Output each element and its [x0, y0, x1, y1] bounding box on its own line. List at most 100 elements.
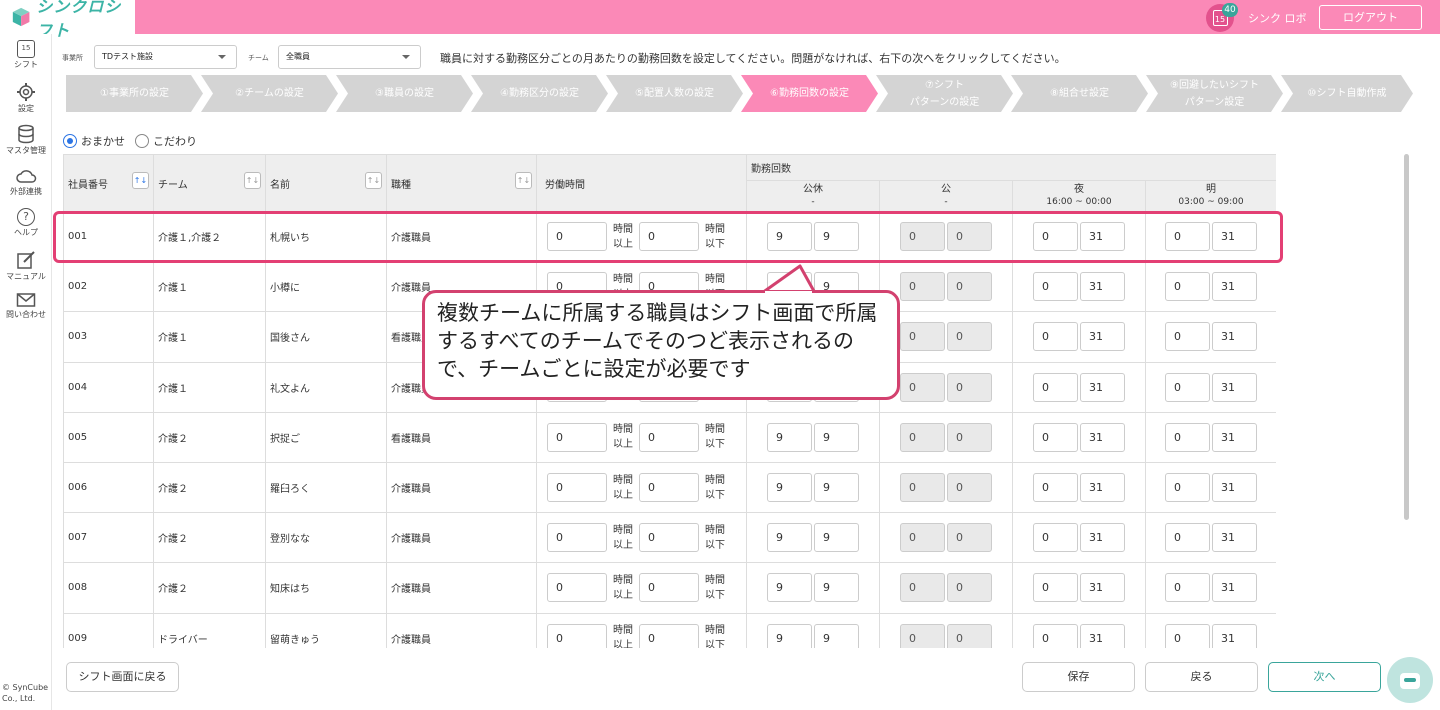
min-hours-input[interactable]: 0 — [547, 573, 607, 603]
back-to-shift-button[interactable]: シフト画面に戻る — [66, 662, 179, 692]
step-4[interactable]: ④勤務区分の設定 — [471, 75, 608, 112]
max-count-input[interactable]: 31 — [1212, 573, 1257, 603]
min-hours-input[interactable]: 0 — [547, 473, 607, 503]
mode-kodawari-radio[interactable]: こだわり — [135, 133, 197, 149]
max-count-input[interactable]: 9 — [814, 473, 859, 503]
min-count-input[interactable]: 0 — [1165, 422, 1210, 452]
facility-select[interactable]: TDテスト施設 — [94, 45, 237, 69]
min-count-input[interactable]: 0 — [1165, 523, 1210, 553]
min-hours-label: 時間 以上 — [613, 625, 633, 648]
max-hours-input[interactable]: 0 — [639, 222, 699, 252]
save-button[interactable]: 保存 — [1022, 662, 1135, 692]
min-count-input[interactable]: 0 — [1165, 623, 1210, 648]
max-count-input[interactable]: 9 — [814, 222, 859, 252]
step-5[interactable]: ⑤配置人数の設定 — [606, 75, 743, 112]
sort-icon[interactable]: ↑↓ — [132, 172, 149, 189]
max-hours-input[interactable]: 0 — [639, 523, 699, 553]
app-logo[interactable]: シンクロシフト — [0, 0, 135, 40]
min-count-input[interactable]: 9 — [767, 422, 812, 452]
max-count-input[interactable]: 31 — [1080, 473, 1125, 503]
step-8[interactable]: ⑧組合せ設定 — [1011, 75, 1148, 112]
max-count-input[interactable]: 31 — [1212, 272, 1257, 302]
shift-time: 03:00 ~ 09:00 — [1178, 197, 1244, 207]
min-hours-input[interactable]: 0 — [547, 422, 607, 452]
max-count-input[interactable]: 31 — [1212, 623, 1257, 648]
max-count-input[interactable]: 31 — [1080, 523, 1125, 553]
step-7[interactable]: ⑦シフト パターンの設定 — [876, 75, 1013, 112]
step-3[interactable]: ③職員の設定 — [336, 75, 473, 112]
min-hours-input[interactable]: 0 — [547, 222, 607, 252]
min-count-input[interactable]: 0 — [1165, 272, 1210, 302]
min-hours-input[interactable]: 0 — [547, 623, 607, 648]
min-count-input[interactable]: 0 — [1033, 573, 1078, 603]
max-count-input[interactable]: 9 — [814, 422, 859, 452]
chat-robot-icon[interactable] — [1387, 657, 1433, 703]
max-count-input[interactable]: 9 — [814, 523, 859, 553]
sort-icon[interactable]: ↑↓ — [244, 172, 261, 189]
min-count-input[interactable]: 0 — [1165, 322, 1210, 352]
team-select[interactable]: 全職員 — [278, 45, 421, 69]
min-count-input[interactable]: 0 — [1165, 222, 1210, 252]
work-count-table-container[interactable]: 社員番号 ↑↓ チーム ↑↓ 名前 ↑↓ 職種 ↑↓ 労働時間 勤務回数 公休 - 公 - 夜 1… — [63, 154, 1276, 648]
max-count-input[interactable]: 31 — [1080, 322, 1125, 352]
sort-icon[interactable]: ↑↓ — [365, 172, 382, 189]
step-2[interactable]: ②チームの設定 — [201, 75, 338, 112]
max-hours-input[interactable]: 0 — [639, 422, 699, 452]
min-count-input[interactable]: 0 — [1033, 422, 1078, 452]
min-count-input[interactable]: 0 — [1033, 322, 1078, 352]
max-count-input[interactable]: 31 — [1080, 422, 1125, 452]
max-count-input[interactable]: 31 — [1080, 573, 1125, 603]
min-count-input[interactable]: 9 — [767, 222, 812, 252]
max-count-input[interactable]: 31 — [1212, 372, 1257, 402]
min-count-input[interactable]: 0 — [1033, 623, 1078, 648]
max-hours-label: 時間 以下 — [705, 424, 725, 451]
table-scrollbar[interactable] — [1404, 154, 1409, 520]
min-hours-input[interactable]: 0 — [547, 523, 607, 553]
max-hours-input[interactable]: 0 — [639, 623, 699, 648]
min-count-input[interactable]: 0 — [1033, 372, 1078, 402]
min-count-input[interactable]: 0 — [1165, 372, 1210, 402]
sidebar-item-settings[interactable]: 設定 — [0, 82, 52, 114]
step-6[interactable]: ⑥勤務回数の設定 — [741, 75, 878, 112]
min-count-input[interactable]: 9 — [767, 623, 812, 648]
shift-time: 16:00 ~ 00:00 — [1046, 197, 1112, 207]
sidebar-item-master[interactable]: マスタ管理 — [0, 124, 52, 156]
max-count-input[interactable]: 31 — [1080, 272, 1125, 302]
max-count-input[interactable]: 31 — [1080, 623, 1125, 648]
max-count-input[interactable]: 9 — [814, 573, 859, 603]
min-count-input[interactable]: 0 — [1033, 222, 1078, 252]
step-9[interactable]: ⑨回避したいシフト パターン設定 — [1146, 75, 1283, 112]
min-count-input[interactable]: 0 — [1165, 573, 1210, 603]
max-count-input[interactable]: 31 — [1212, 523, 1257, 553]
max-count-input[interactable]: 9 — [814, 623, 859, 648]
step-10[interactable]: ⑩シフト自動作成 — [1281, 75, 1413, 112]
back-button[interactable]: 戻る — [1145, 662, 1258, 692]
sidebar-item-shift[interactable]: 15 シフト — [0, 40, 52, 70]
min-count-input[interactable]: 0 — [1165, 473, 1210, 503]
max-hours-input[interactable]: 0 — [639, 573, 699, 603]
logout-button[interactable]: ログアウト — [1319, 5, 1422, 30]
min-count-input[interactable]: 9 — [767, 473, 812, 503]
mode-omakase-radio[interactable]: おまかせ — [63, 133, 125, 149]
min-count-input[interactable]: 9 — [767, 573, 812, 603]
min-count-input[interactable]: 9 — [767, 523, 812, 553]
min-count-input[interactable]: 0 — [1033, 473, 1078, 503]
sidebar-item-manual[interactable]: マニュアル — [0, 250, 52, 282]
sort-icon[interactable]: ↑↓ — [515, 172, 532, 189]
max-count-input[interactable]: 31 — [1212, 222, 1257, 252]
team-select-value: 全職員 — [286, 52, 310, 61]
min-count-input[interactable]: 0 — [1033, 523, 1078, 553]
max-count-input[interactable]: 31 — [1212, 322, 1257, 352]
max-count-input[interactable]: 31 — [1212, 473, 1257, 503]
max-count-input[interactable]: 31 — [1080, 372, 1125, 402]
max-hours-input[interactable]: 0 — [639, 473, 699, 503]
next-button[interactable]: 次へ — [1268, 662, 1381, 692]
step-1[interactable]: ①事業所の設定 — [66, 75, 203, 112]
sidebar-item-contact[interactable]: 問い合わせ — [0, 292, 52, 320]
sidebar-item-integration[interactable]: 外部連携 — [0, 167, 52, 197]
shift-count-cell: 0 31 — [1012, 512, 1146, 564]
max-count-input[interactable]: 31 — [1080, 222, 1125, 252]
sidebar-item-help[interactable]: ? ヘルプ — [0, 208, 52, 238]
max-count-input[interactable]: 31 — [1212, 422, 1257, 452]
min-count-input[interactable]: 0 — [1033, 272, 1078, 302]
